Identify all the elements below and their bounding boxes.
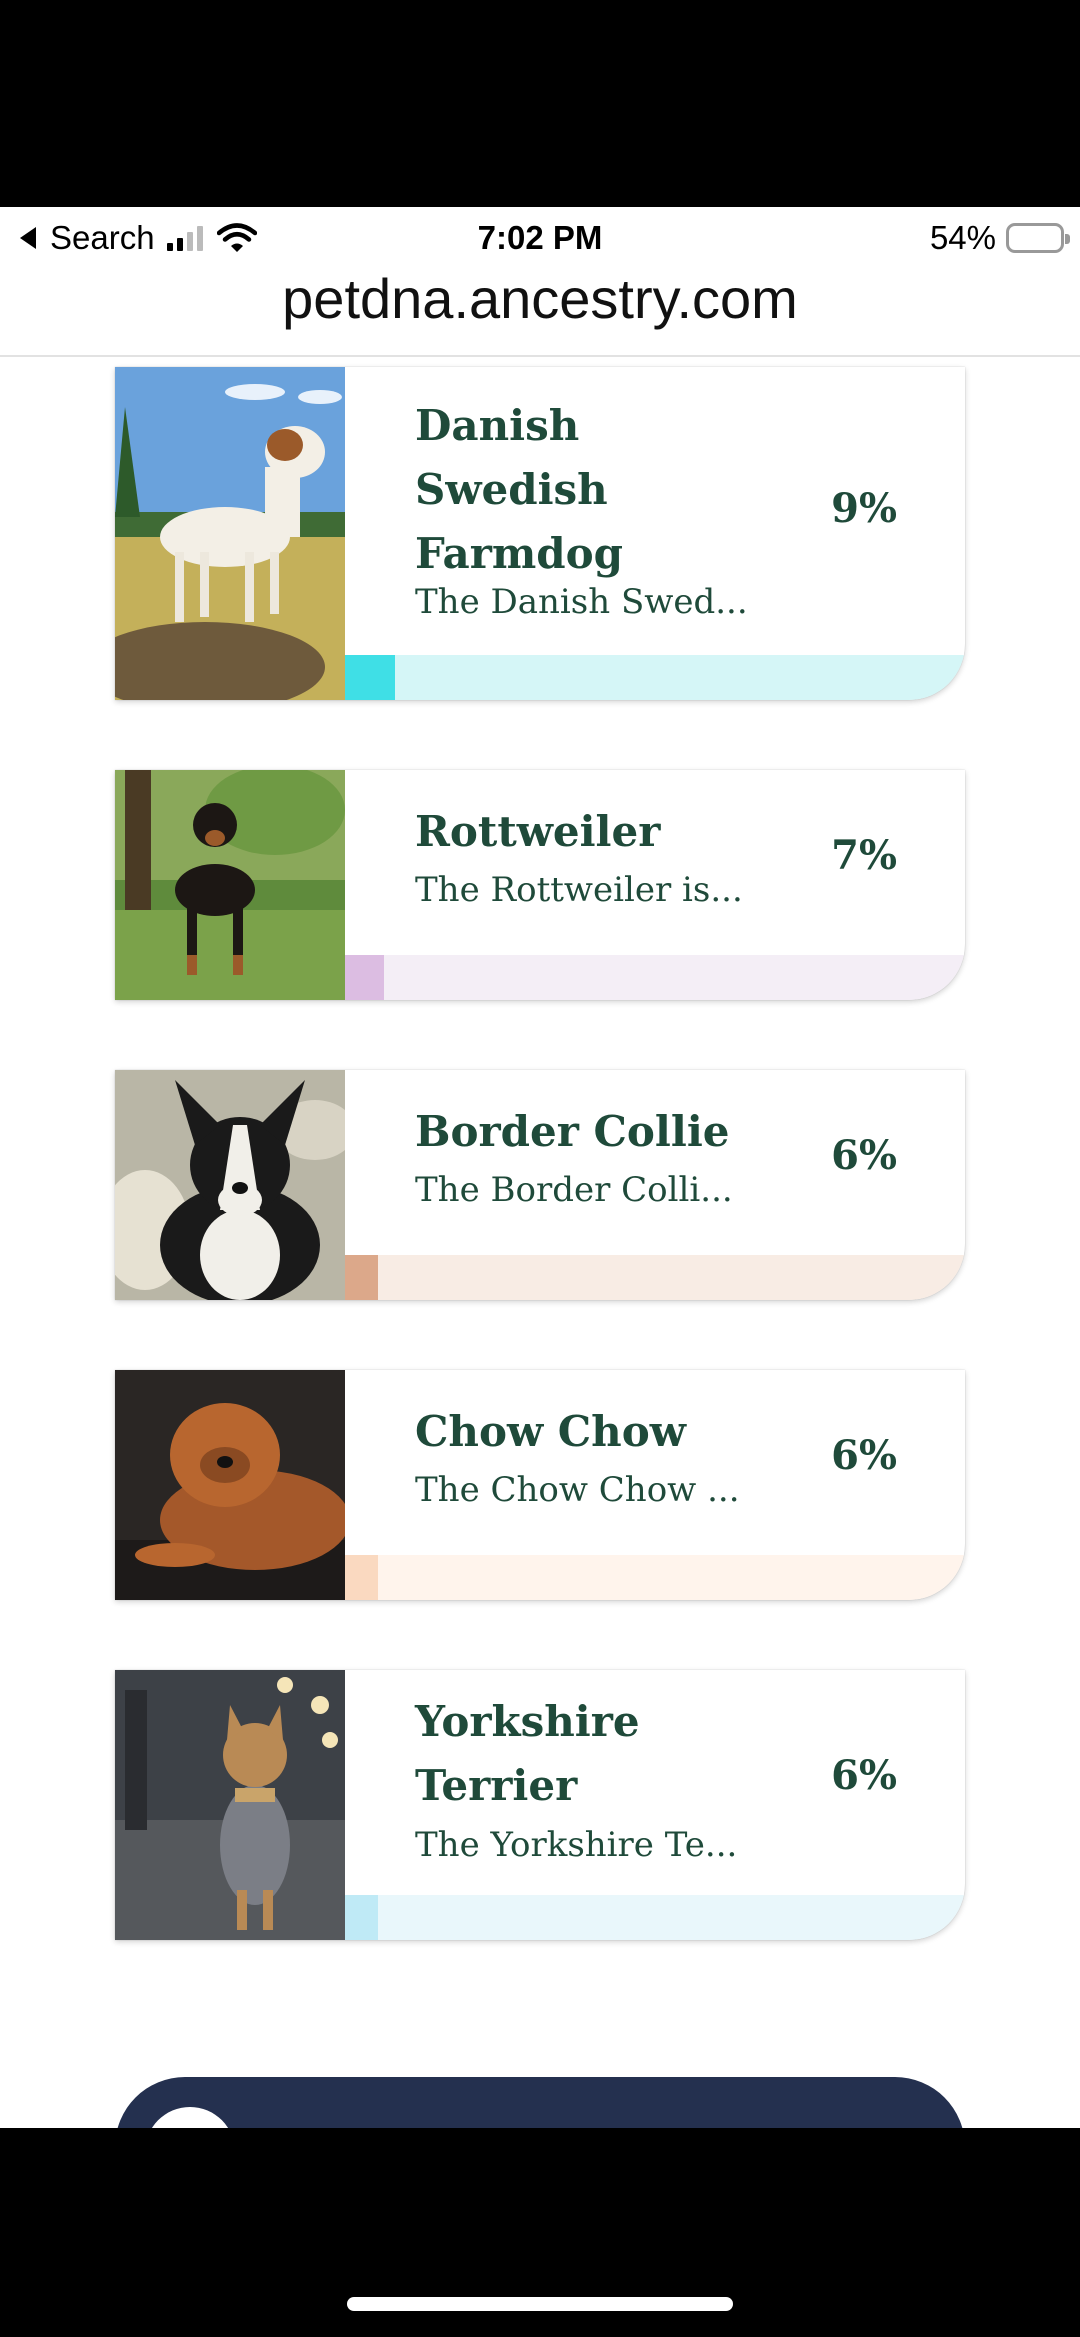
breed-card[interactable]: Rottweiler The Rottweiler is... 7% <box>115 770 965 1000</box>
battery-status: 54% <box>929 217 1070 259</box>
percent-bar-fill <box>345 655 396 700</box>
breed-percent: 6% <box>831 1752 897 1799</box>
breed-name: Terrier <box>415 1761 578 1810</box>
percent-bar-fill <box>345 1895 379 1940</box>
breed-photo <box>115 367 345 700</box>
breed-photo <box>115 1070 345 1300</box>
breed-description: The Border Colli... <box>415 1170 733 1210</box>
percent-bar <box>345 1895 965 1940</box>
bottom-banner[interactable] <box>115 2077 965 2128</box>
breed-description: The Chow Chow ... <box>415 1470 740 1510</box>
breed-photo <box>115 770 345 1000</box>
percent-bar <box>345 655 965 700</box>
url-text: petdna.ancestry.com <box>282 267 798 330</box>
percent-bar <box>345 1255 965 1300</box>
breed-name: Chow Chow <box>415 1407 686 1456</box>
percent-bar <box>345 1555 965 1600</box>
address-bar[interactable]: petdna.ancestry.com <box>0 269 1080 357</box>
breed-results: Danish Swedish Farmdog The Danish Swed..… <box>0 357 1080 2128</box>
breed-percent: 9% <box>831 485 897 532</box>
percent-bar-fill <box>345 1255 379 1300</box>
breed-name: Farmdog <box>415 529 624 578</box>
breed-card[interactable]: Chow Chow The Chow Chow ... 6% <box>115 1370 965 1600</box>
battery-percent: 54% <box>929 219 996 256</box>
breed-card[interactable]: Danish Swedish Farmdog The Danish Swed..… <box>115 367 965 700</box>
battery-icon <box>1006 223 1070 253</box>
breed-name: Swedish <box>415 465 608 514</box>
breed-name: Danish <box>415 401 580 450</box>
breed-description: The Yorkshire Te... <box>415 1825 738 1865</box>
breed-description: The Rottweiler is... <box>415 870 743 910</box>
breed-name: Border Collie <box>415 1107 730 1156</box>
breed-card[interactable]: Yorkshire Terrier The Yorkshire Te... 6% <box>115 1670 965 1940</box>
breed-card[interactable]: Border Collie The Border Colli... 6% <box>115 1070 965 1300</box>
percent-bar-fill <box>345 1555 379 1600</box>
percent-bar <box>345 955 965 1000</box>
percent-bar-fill <box>345 955 385 1000</box>
breed-name: Rottweiler <box>415 807 661 856</box>
breed-name: Yorkshire <box>415 1697 640 1746</box>
breed-percent: 6% <box>831 1132 897 1179</box>
status-time: 7:02 PM <box>477 219 603 256</box>
breed-photo <box>115 1670 345 1940</box>
status-bar: Search 7:02 PM 54% <box>0 207 1080 269</box>
breed-percent: 7% <box>831 832 897 879</box>
breed-photo <box>115 1370 345 1600</box>
breed-percent: 6% <box>831 1432 897 1479</box>
banner-avatar <box>145 2107 235 2128</box>
home-indicator[interactable] <box>347 2297 733 2311</box>
top-black-bar <box>0 0 1080 207</box>
breed-description: The Danish Swed... <box>415 582 748 622</box>
